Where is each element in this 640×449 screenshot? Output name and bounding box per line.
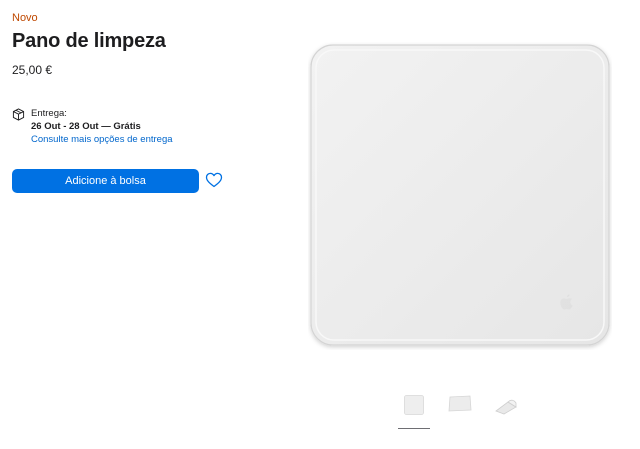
package-icon [12,108,25,121]
thumbnail-cloth-angled[interactable] [444,394,476,428]
heart-icon [205,172,223,188]
delivery-dates: 26 Out - 28 Out — Grátis [31,121,141,132]
thumbnail-cloth-flat[interactable] [398,394,430,429]
delivery-options-link[interactable]: Consulte mais opções de entrega [31,133,173,146]
add-to-bag-button[interactable]: Adicione à bolsa [12,169,199,193]
delivery-label: Entrega: [31,108,67,119]
product-title: Pano de limpeza [12,30,166,52]
thumbnail-strip [398,394,522,429]
delivery-info: Entrega: 26 Out - 28 Out — Grátis Consul… [12,107,173,146]
new-badge: Novo [12,12,38,24]
product-price: 25,00 € [12,63,53,77]
product-hero-image [308,42,612,350]
wishlist-button[interactable] [204,170,224,190]
thumbnail-cloth-folded[interactable] [490,394,522,428]
